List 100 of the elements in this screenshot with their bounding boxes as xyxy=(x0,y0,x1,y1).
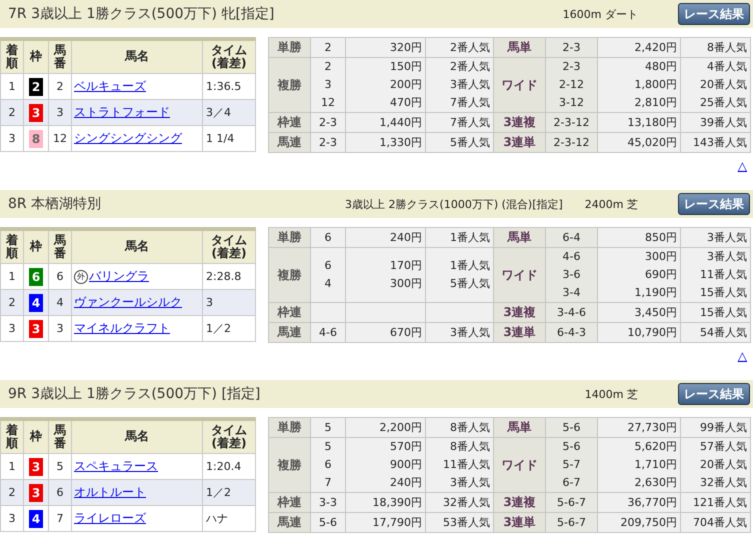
foreign-mark-icon: 外 xyxy=(74,270,88,284)
payout-amount: 13,180円 xyxy=(626,114,677,130)
horse-name-link[interactable]: バリングラ xyxy=(89,269,149,283)
payout-amount: 2,630円 xyxy=(634,475,677,491)
table-cell: 12 xyxy=(48,126,72,152)
payout-amount: 1,710円 xyxy=(634,457,677,473)
table-cell: 3 xyxy=(0,316,24,342)
column-header: タイム(着差) xyxy=(202,229,256,264)
payout-amount: 170円 xyxy=(389,258,422,274)
back-to-top-link[interactable]: △ xyxy=(738,159,747,173)
bet-type-label: 馬単 xyxy=(494,228,546,248)
combination-text: 2-3 xyxy=(318,134,338,150)
bet-type-label: ワイド xyxy=(494,438,546,492)
bet-type-label: 単勝 xyxy=(268,228,310,248)
combination-text: 6-4-3 xyxy=(556,324,587,340)
popularity-rank: 32番人気 xyxy=(442,494,490,510)
column-header: 馬名 xyxy=(72,39,202,74)
payout-amount: 17,790円 xyxy=(372,514,422,530)
bet-type-label: 複勝 xyxy=(268,438,310,492)
payout-amount: 570円 xyxy=(389,439,422,455)
column-header: 馬番 xyxy=(48,39,72,74)
popularity-rank: 32番人気 xyxy=(699,475,747,491)
payout-amount: 18,390円 xyxy=(372,494,422,510)
bet-type-label: 馬連 xyxy=(268,322,310,342)
race-course: 2400m 芝 xyxy=(584,196,638,212)
race-result-button[interactable]: レース結果 xyxy=(678,383,750,405)
combination-text: 3-6 xyxy=(562,267,582,283)
bet-type-label: 3連複 xyxy=(494,302,546,322)
popularity-rank: 5番人気 xyxy=(449,134,490,150)
bet-type-label: ワイド xyxy=(494,58,546,112)
bet-type-label: 馬単 xyxy=(494,38,546,58)
back-to-top-link[interactable]: △ xyxy=(738,349,747,363)
column-header: 馬番 xyxy=(48,229,72,264)
race-result-button[interactable]: レース結果 xyxy=(678,3,750,25)
popularity-rank: 4番人気 xyxy=(706,59,747,75)
payout-amount: 27,730円 xyxy=(626,420,677,436)
popularity-rank: 7番人気 xyxy=(449,114,490,130)
table-cell: 7 xyxy=(48,506,72,532)
payout-amount: 2,810円 xyxy=(634,95,677,111)
popularity-rank: 1番人気 xyxy=(449,258,490,274)
column-header: タイム(着差) xyxy=(202,419,256,454)
combination-text: 5-6-7 xyxy=(556,514,587,530)
bet-type-label: 3連複 xyxy=(494,112,546,132)
combination-text: 5-6-7 xyxy=(556,494,587,510)
popularity-rank: 3番人気 xyxy=(706,249,747,265)
payout-amount: 480円 xyxy=(644,59,677,75)
combination-text: 6-4 xyxy=(562,230,582,246)
combination-text: 5-6 xyxy=(562,439,582,455)
frame-number-badge: 4 xyxy=(29,510,43,528)
combination-text: 6 xyxy=(324,230,332,246)
combination-text: 5 xyxy=(324,439,332,455)
popularity-rank: 99番人気 xyxy=(699,420,747,436)
popularity-rank: 11番人気 xyxy=(442,457,490,473)
combination-text: 3-4-6 xyxy=(556,304,587,320)
column-header: 枠 xyxy=(24,419,48,454)
payout-amount: 300円 xyxy=(644,249,677,265)
bet-type-label: 馬連 xyxy=(268,132,310,152)
race-title: 7R 3歳以上 1勝クラス(500万下) 牝[指定] xyxy=(8,5,276,23)
combination-text: 12 xyxy=(320,95,336,111)
payout-amount: 2,420円 xyxy=(634,40,677,56)
popularity-rank: 25番人気 xyxy=(699,95,747,111)
table-cell: 3 xyxy=(48,316,72,342)
payout-amount: 3,450円 xyxy=(634,304,677,320)
payout-amount: 690円 xyxy=(644,267,677,283)
combination-text: 4-6 xyxy=(562,249,582,265)
table-cell: 2 xyxy=(0,100,24,126)
table-cell: 6 xyxy=(48,480,72,506)
combination-text: 5-6 xyxy=(562,420,582,436)
combination-text: 3-4 xyxy=(562,285,582,301)
table-cell: ハナ xyxy=(202,506,256,532)
payout-amount: 209,750円 xyxy=(620,514,677,530)
combination-text: 4 xyxy=(324,276,332,292)
column-header: 馬名 xyxy=(72,229,202,264)
payout-amount: 320円 xyxy=(389,40,422,56)
column-header: 馬番 xyxy=(48,419,72,454)
table-cell: 4 xyxy=(48,290,72,316)
column-header: 馬名 xyxy=(72,419,202,454)
popularity-rank: 1番人気 xyxy=(449,230,490,246)
bet-type-label: 枠連 xyxy=(268,492,310,512)
table-cell: 3 xyxy=(0,506,24,532)
bet-type-label: 3連単 xyxy=(494,132,546,152)
frame-number-badge: 2 xyxy=(29,78,43,96)
payout-amount: 5,620円 xyxy=(634,439,677,455)
popularity-rank: 53番人気 xyxy=(442,514,490,530)
popularity-rank: 3番人気 xyxy=(449,475,490,491)
frame-number-badge: 3 xyxy=(29,320,43,338)
payout-amount: 1,330円 xyxy=(378,134,422,150)
bet-type-label: ワイド xyxy=(494,248,546,302)
payout-amount: 45,020円 xyxy=(626,134,677,150)
combination-text: 6-7 xyxy=(562,475,582,491)
popularity-rank: 143番人気 xyxy=(692,134,747,150)
popularity-rank: 5番人気 xyxy=(449,276,490,292)
popularity-rank: 3番人気 xyxy=(706,230,747,246)
bet-type-label: 馬単 xyxy=(494,418,546,438)
combination-text: 2-3 xyxy=(318,114,338,130)
frame-number-badge: 3 xyxy=(29,104,43,122)
payout-amount: 1,800円 xyxy=(634,77,677,93)
combination-text: 2-3-12 xyxy=(552,114,590,130)
race-result-button[interactable]: レース結果 xyxy=(678,193,750,215)
payout-amount: 670円 xyxy=(389,324,422,340)
